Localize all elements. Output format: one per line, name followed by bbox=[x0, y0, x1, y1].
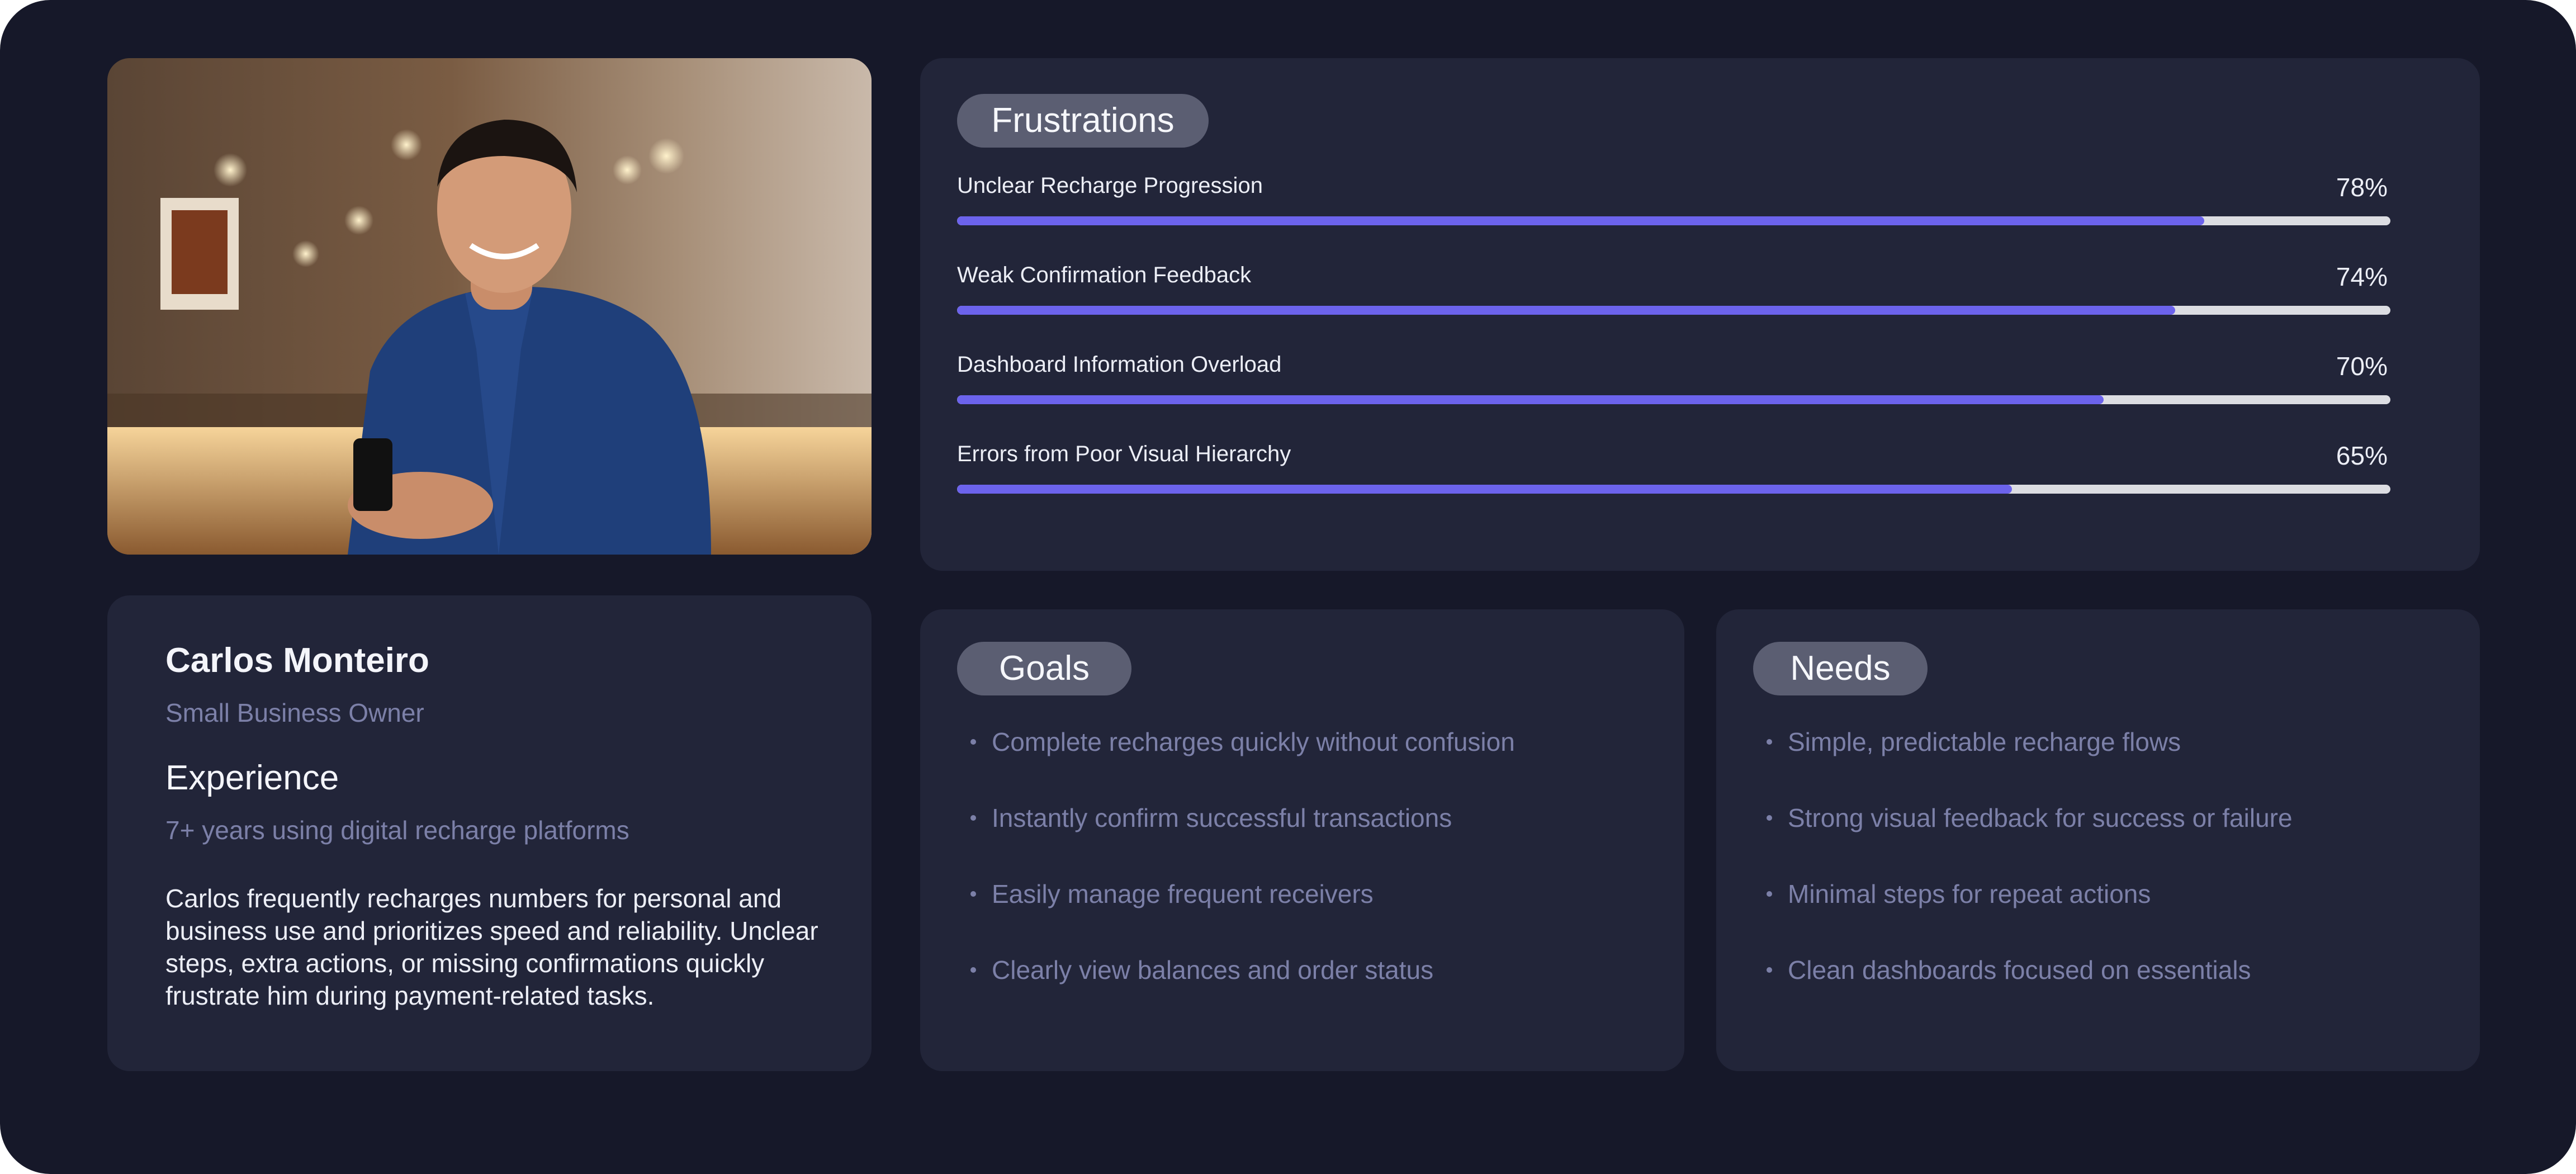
need-item: Clean dashboards focused on essentials bbox=[1767, 955, 2251, 985]
need-item: Strong visual feedback for success or fa… bbox=[1767, 803, 2293, 833]
need-item: Simple, predictable recharge flows bbox=[1767, 727, 2181, 757]
goal-item-text: Easily manage frequent receivers bbox=[992, 879, 1374, 908]
frustration-percent-2: 74% bbox=[2336, 262, 2388, 291]
need-item: Minimal steps for repeat actions bbox=[1767, 879, 2151, 909]
goal-item-text: Clearly view balances and order status bbox=[992, 955, 1434, 984]
goal-item: Complete recharges quickly without confu… bbox=[970, 727, 1515, 757]
frustration-bar-fill-4 bbox=[957, 485, 2012, 494]
goal-item: Clearly view balances and order status bbox=[970, 955, 1433, 985]
frustration-bar-4 bbox=[957, 485, 2390, 494]
goal-item: Easily manage frequent receivers bbox=[970, 879, 1374, 909]
frustration-bar-1 bbox=[957, 216, 2390, 225]
persona-board: Carlos Monteiro Small Business Owner Exp… bbox=[0, 0, 2576, 1174]
frustration-percent-4: 65% bbox=[2336, 441, 2388, 470]
need-item-text: Minimal steps for repeat actions bbox=[1788, 879, 2151, 908]
frustration-label-1: Unclear Recharge Progression bbox=[957, 173, 1263, 198]
persona-photo bbox=[107, 58, 872, 555]
portrait-image bbox=[107, 58, 872, 555]
persona-bio: Carlos frequently recharges numbers for … bbox=[165, 884, 818, 1010]
frustration-label-4: Errors from Poor Visual Hierarchy bbox=[957, 442, 1291, 466]
frustration-label-3: Dashboard Information Overload bbox=[957, 352, 1282, 377]
need-item-text: Simple, predictable recharge flows bbox=[1788, 727, 2181, 756]
bullet-icon bbox=[970, 739, 976, 745]
frustration-percent-1: 78% bbox=[2336, 173, 2388, 202]
frustration-bar-3 bbox=[957, 395, 2390, 404]
frustration-percent-3: 70% bbox=[2336, 352, 2388, 381]
bullet-icon bbox=[1767, 967, 1772, 973]
goal-item: Instantly confirm successful transaction… bbox=[970, 803, 1452, 833]
frustrations-title: Frustrations bbox=[957, 94, 1209, 148]
bullet-icon bbox=[970, 891, 976, 897]
bullet-icon bbox=[1767, 815, 1772, 821]
goals-title: Goals bbox=[957, 642, 1131, 695]
frustration-bar-2 bbox=[957, 306, 2390, 315]
frustration-label-2: Weak Confirmation Feedback bbox=[957, 263, 1252, 287]
persona-role: Small Business Owner bbox=[165, 698, 424, 727]
persona-name: Carlos Monteiro bbox=[165, 641, 429, 680]
experience-heading: Experience bbox=[165, 759, 339, 797]
goal-item-text: Instantly confirm successful transaction… bbox=[992, 803, 1452, 832]
needs-title: Needs bbox=[1753, 642, 1928, 695]
bullet-icon bbox=[1767, 739, 1772, 745]
goal-item-text: Complete recharges quickly without confu… bbox=[992, 727, 1515, 756]
bullet-icon bbox=[970, 967, 976, 973]
frustration-bar-fill-2 bbox=[957, 306, 2176, 315]
need-item-text: Clean dashboards focused on essentials bbox=[1788, 955, 2251, 984]
frustration-bar-fill-3 bbox=[957, 395, 2104, 404]
experience-value: 7+ years using digital recharge platform… bbox=[165, 816, 629, 845]
bullet-icon bbox=[1767, 891, 1772, 897]
need-item-text: Strong visual feedback for success or fa… bbox=[1788, 803, 2293, 832]
frustration-bar-fill-1 bbox=[957, 216, 2204, 225]
bullet-icon bbox=[970, 815, 976, 821]
